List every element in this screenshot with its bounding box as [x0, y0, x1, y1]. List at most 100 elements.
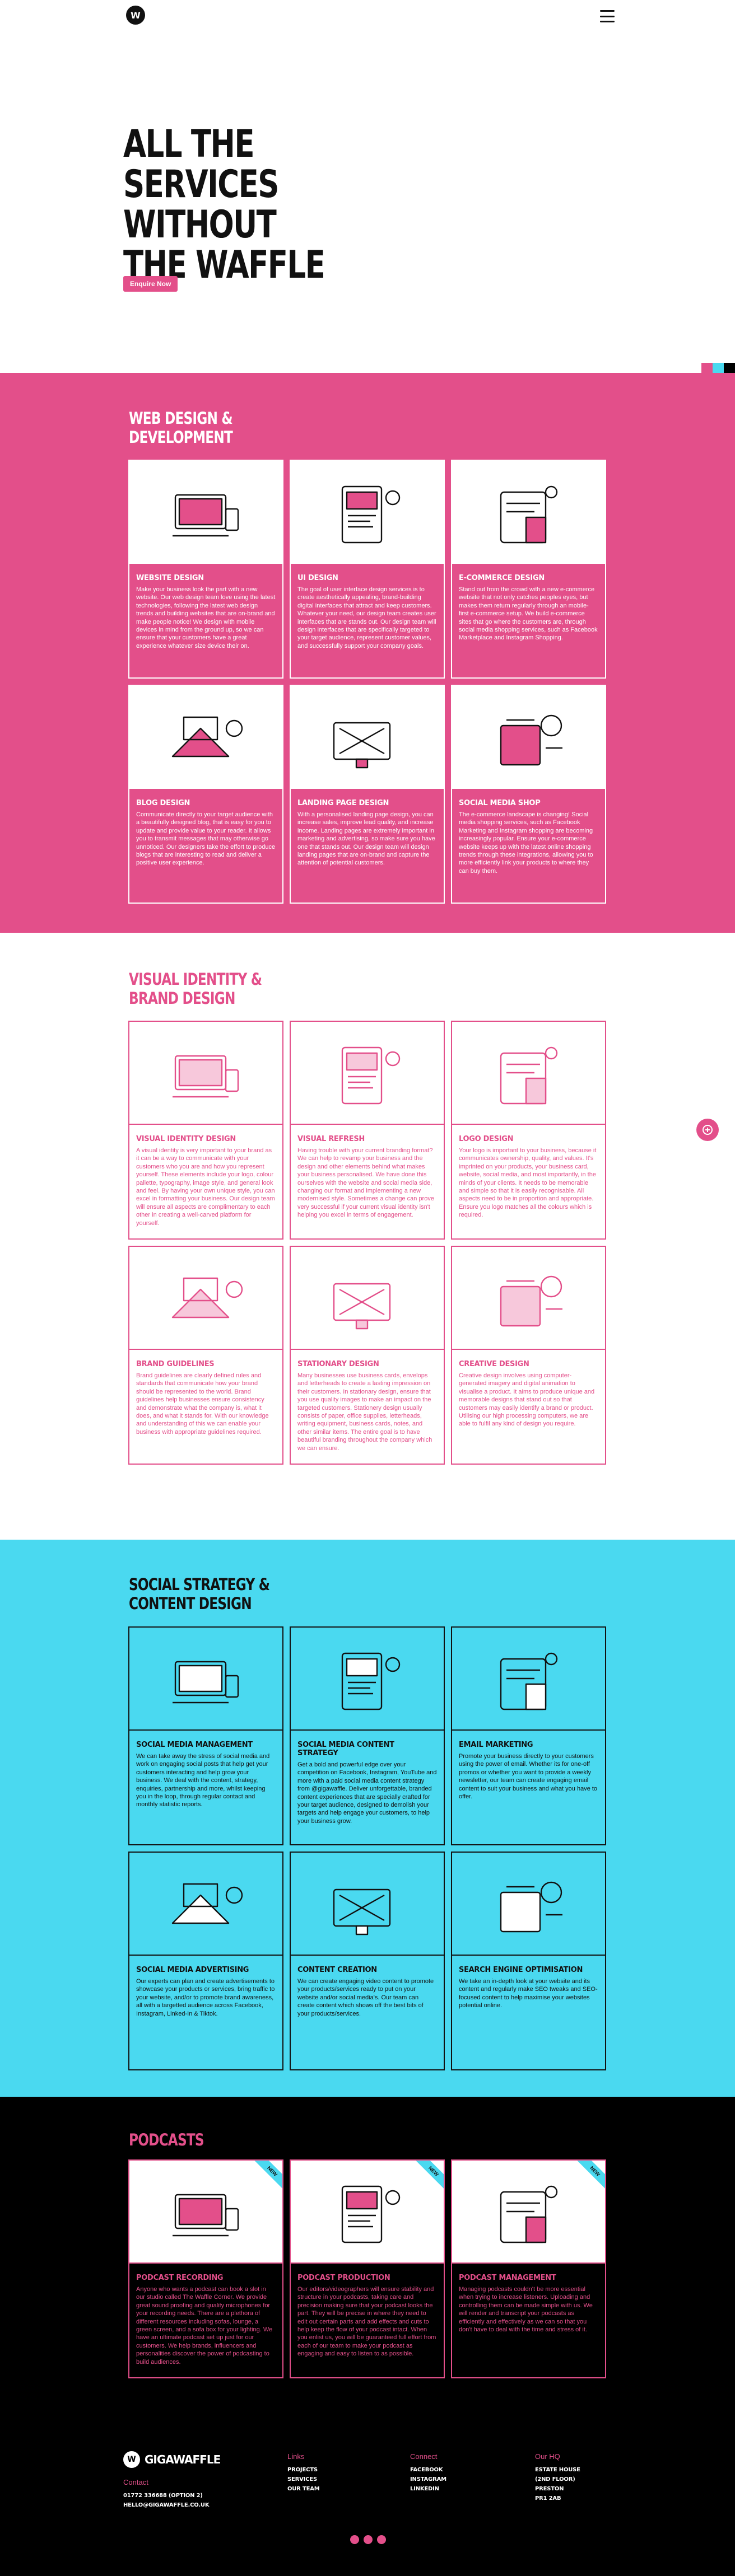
- footer-brand-name: GIGAWAFFLE: [145, 2453, 221, 2466]
- illustration-icon: [500, 714, 562, 766]
- footer-brand[interactable]: W GIGAWAFFLE: [123, 2451, 221, 2468]
- service-card[interactable]: VISUAL REFRESH Having trouble with your c…: [290, 1021, 445, 1240]
- enquire-now-button[interactable]: Enquire Now: [123, 276, 178, 292]
- service-title: PODCAST MANAGEMENT: [459, 2274, 556, 2282]
- service-card[interactable]: WEBSITE DESIGN Make your business look th…: [128, 460, 283, 679]
- footer-link-team[interactable]: OUR TEAM: [287, 2484, 320, 2494]
- service-title: LANDING PAGE DESIGN: [297, 799, 389, 807]
- illustration-icon: [500, 2185, 557, 2243]
- visual-identity-section: VISUAL IDENTITY & BRAND DESIGN VISUAL ID…: [0, 933, 735, 1540]
- service-card[interactable]: SOCIAL MEDIA MANAGEMENT We can take away …: [128, 1626, 283, 1845]
- instagram-icon[interactable]: [364, 2535, 373, 2544]
- service-card[interactable]: BLOG DESIGN Communicate directly to your …: [128, 685, 283, 904]
- service-card[interactable]: SOCIAL MEDIA SHOP The e-commerce landscap…: [451, 685, 606, 904]
- service-card[interactable]: SOCIAL MEDIA ADVERTISING Our experts can …: [128, 1852, 283, 2070]
- footer-connect-label: Connect: [410, 2452, 438, 2461]
- gigawaffle-logo[interactable]: W: [126, 6, 145, 25]
- service-description: Many businesses use business cards, enve…: [297, 1372, 432, 1452]
- service-card[interactable]: NEW PODCAST MANAGEMENT Managing podcasts c…: [451, 2159, 606, 2378]
- service-title: PODCAST RECORDING: [136, 2274, 224, 2282]
- service-title: PODCAST PRODUCTION: [297, 2274, 390, 2282]
- service-card[interactable]: CREATIVE DESIGN Creative design involves …: [451, 1246, 606, 1465]
- service-description: Get a bold and powerful edge over your c…: [297, 1761, 437, 1825]
- illustration-icon: [500, 1652, 557, 1710]
- service-title: CREATIVE DESIGN: [459, 1360, 529, 1368]
- service-title: SOCIAL MEDIA ADVERTISING: [136, 1966, 249, 1974]
- footer-hq: Our HQ ESTATE HOUSE (2ND FLOOR) PRESTON …: [535, 2452, 580, 2503]
- service-card[interactable]: STATIONARY DESIGN Many businesses use bus…: [290, 1246, 445, 1465]
- service-card[interactable]: EMAIL MARKETING Promote your business dir…: [451, 1626, 606, 1845]
- service-illustration: [129, 686, 282, 789]
- service-card[interactable]: CONTENT CREATION We can create engaging v…: [290, 1852, 445, 2070]
- service-illustration: [452, 461, 605, 564]
- service-card[interactable]: LOGO DESIGN Your logo is important to you…: [451, 1021, 606, 1240]
- service-illustration: [291, 1022, 444, 1125]
- illustration-icon: [171, 1883, 243, 1924]
- illustration-icon: [500, 485, 557, 544]
- service-illustration: [291, 1853, 444, 1956]
- service-card[interactable]: BRAND GUIDELINES Brand guidelines are cle…: [128, 1246, 283, 1465]
- footer-links-label: Links: [287, 2452, 305, 2461]
- service-illustration: [129, 461, 282, 564]
- illustration-icon: [500, 1046, 557, 1105]
- service-title: SOCIAL MEDIA CONTENT STRATEGY: [297, 1741, 394, 1757]
- illustration-icon: [172, 2194, 239, 2237]
- service-illustration: [452, 686, 605, 789]
- facebook-icon[interactable]: [350, 2535, 359, 2544]
- service-description: We can create engaging video content to …: [297, 1978, 434, 2017]
- service-title: UI DESIGN: [297, 574, 338, 582]
- linkedin-icon[interactable]: [377, 2535, 386, 2544]
- footer-link-services[interactable]: SERVICES: [287, 2475, 320, 2484]
- service-card[interactable]: SOCIAL MEDIA CONTENT STRATEGY Get a bold …: [290, 1626, 445, 1845]
- service-description: Make your business look the part with a …: [136, 586, 276, 649]
- service-title: EMAIL MARKETING: [459, 1741, 533, 1749]
- service-card[interactable]: UI DESIGN The goal of user interface desi…: [290, 460, 445, 679]
- service-card[interactable]: LANDING PAGE DESIGN With a personalised l…: [290, 685, 445, 904]
- service-illustration: [129, 1628, 282, 1731]
- footer-logo: W: [123, 2451, 140, 2468]
- service-illustration: [452, 1247, 605, 1350]
- illustration-icon: [333, 1888, 390, 1935]
- footer-linkedin-link[interactable]: LINKEDIN: [410, 2484, 446, 2494]
- service-card[interactable]: NEW PODCAST RECORDING Anyone who wants a p…: [128, 2159, 283, 2378]
- hero: ALL THE SERVICES WITHOUT THE WAFFLE: [123, 124, 515, 286]
- footer-address-line: (2ND FLOOR): [535, 2476, 575, 2483]
- menu-icon[interactable]: [600, 10, 615, 22]
- service-illustration: [291, 686, 444, 789]
- hero-title: ALL THE SERVICES WITHOUT THE WAFFLE: [123, 122, 325, 287]
- service-description: With a personalised landing page design,…: [297, 811, 435, 867]
- service-title: SOCIAL MEDIA SHOP: [459, 799, 541, 807]
- podcasts-section: PODCASTS NEW PODCAST RECORDING Anyone who …: [0, 2097, 735, 2424]
- service-illustration: [291, 461, 444, 564]
- service-card[interactable]: SEARCH ENGINE OPTIMISATION We take an in-…: [451, 1852, 606, 2070]
- footer-email[interactable]: HELLO@GIGAWAFFLE.CO.UK: [123, 2500, 210, 2510]
- service-description: Promote your business directly to your c…: [459, 1753, 598, 1801]
- service-title: BRAND GUIDELINES: [136, 1360, 215, 1368]
- footer-phone[interactable]: 01772 336688 (OPTION 2): [123, 2491, 209, 2500]
- service-card[interactable]: E-COMMERCE DESIGN Stand out from the crow…: [451, 460, 606, 679]
- footer-connect: Connect FACEBOOK INSTAGRAM LINKEDIN: [410, 2452, 446, 2494]
- chat-button[interactable]: [696, 1119, 719, 1141]
- illustration-icon: [172, 1661, 239, 1704]
- illustration-icon: [172, 494, 239, 537]
- service-title: SOCIAL MEDIA MANAGEMENT: [136, 1741, 253, 1749]
- service-title: CONTENT CREATION: [297, 1966, 377, 1974]
- footer-link-projects[interactable]: PROJECTS: [287, 2465, 320, 2475]
- service-title: LOGO DESIGN: [459, 1135, 514, 1143]
- service-description: Our experts can plan and create advertis…: [136, 1978, 275, 2017]
- service-illustration: [291, 1628, 444, 1731]
- section-title: VISUAL IDENTITY & BRAND DESIGN: [129, 970, 262, 1008]
- footer-address-line: PRESTON: [535, 2486, 564, 2492]
- footer-facebook-link[interactable]: FACEBOOK: [410, 2465, 446, 2475]
- service-card[interactable]: VISUAL IDENTITY DESIGN A visual identity …: [128, 1021, 283, 1240]
- service-card[interactable]: NEW PODCAST PRODUCTION Our editors/videogr…: [290, 2159, 445, 2378]
- service-title: STATIONARY DESIGN: [297, 1360, 379, 1368]
- footer-social-icons: [350, 2535, 386, 2544]
- site-footer: W GIGAWAFFLE Contact 01772 336688 (OPTIO…: [0, 2424, 735, 2576]
- service-description: Creative design involves using computer-…: [459, 1372, 595, 1428]
- section-title: PODCASTS: [129, 2130, 204, 2149]
- illustration-icon: [172, 1055, 239, 1098]
- service-title: VISUAL REFRESH: [297, 1135, 365, 1143]
- footer-instagram-link[interactable]: INSTAGRAM: [410, 2475, 446, 2484]
- illustration-icon: [341, 485, 400, 544]
